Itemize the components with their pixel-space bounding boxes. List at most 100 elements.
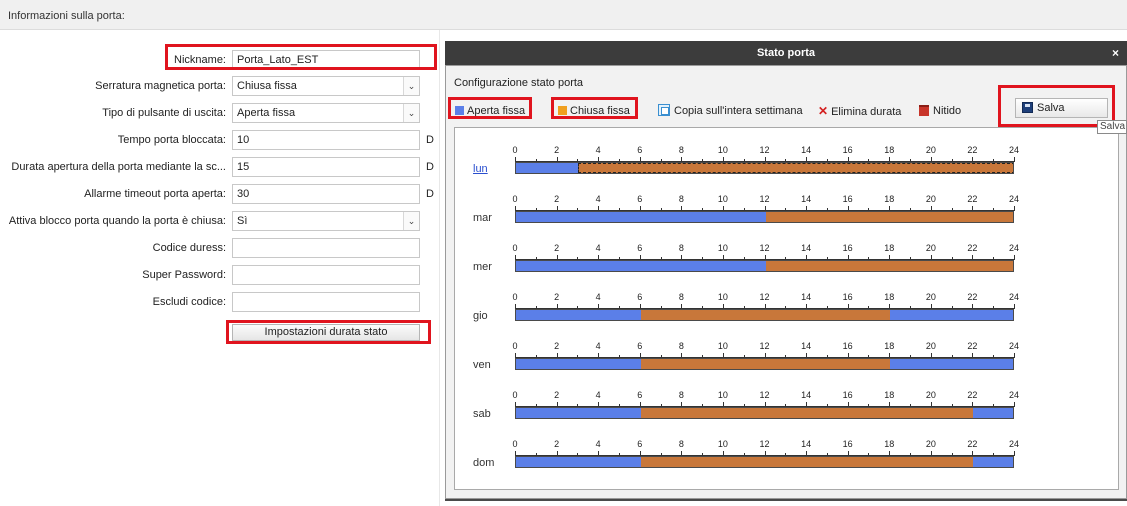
hour-tick-label: 20 [925, 341, 936, 351]
lock-when-closed-select[interactable]: Sì ⌄ [232, 211, 420, 231]
hour-tick-label: 10 [717, 194, 728, 204]
closed-segment[interactable] [640, 359, 891, 369]
hour-tick [1014, 402, 1015, 407]
section-header: Informazioni sulla porta: [0, 0, 1127, 30]
hour-tick-label: 0 [512, 243, 518, 253]
hour-tick-label: 8 [678, 439, 684, 449]
hour-tick-label: 2 [554, 439, 560, 449]
hour-tick-label: 4 [595, 243, 601, 253]
closed-segment[interactable] [640, 457, 974, 467]
hour-tick-label: 0 [512, 145, 518, 155]
exclude-code-field[interactable] [232, 292, 420, 312]
hour-tick-label: 10 [717, 341, 728, 351]
hour-tick-label: 12 [759, 390, 770, 400]
day-label-mer: mer [473, 261, 492, 273]
day-label-lun[interactable]: lun [473, 163, 488, 175]
hour-tick-label: 8 [678, 341, 684, 351]
closed-segment[interactable] [640, 408, 974, 418]
close-icon[interactable]: × [1112, 41, 1119, 65]
delete-duration-label: Elimina durata [831, 106, 902, 118]
copy-icon [658, 104, 670, 116]
save-button[interactable]: Salva [1015, 98, 1108, 118]
lock-label: Serratura magnetica porta: [95, 80, 226, 92]
hour-tick-label: 8 [678, 243, 684, 253]
door-status-dialog: Stato porta × Configurazione stato porta… [445, 41, 1127, 501]
lock-select[interactable]: Chiusa fissa ⌄ [232, 76, 420, 96]
open-swatch-icon [455, 106, 464, 115]
hour-tick-label: 18 [884, 390, 895, 400]
chevron-down-icon[interactable]: ⌄ [403, 212, 419, 230]
exit-button-select-value: Aperta fissa [237, 107, 296, 119]
clear-button[interactable]: Nitido [919, 103, 961, 119]
hour-tick-label: 12 [759, 439, 770, 449]
schedule-bar-sab[interactable] [515, 407, 1014, 419]
schedule-bar-gio[interactable] [515, 309, 1014, 321]
schedule-bar-ven[interactable] [515, 358, 1014, 370]
schedule-bar-mer[interactable] [515, 260, 1014, 272]
config-title: Configurazione stato porta [454, 77, 584, 89]
hour-tick-label: 2 [554, 194, 560, 204]
legend-open-label: Aperta fissa [467, 105, 526, 117]
closed-segment[interactable] [765, 261, 1013, 271]
hour-tick-label: 14 [801, 194, 812, 204]
hour-tick-label: 24 [1008, 292, 1020, 302]
hour-tick-label: 22 [967, 390, 978, 400]
hour-tick-label: 0 [512, 194, 518, 204]
hour-tick-label: 8 [678, 292, 684, 302]
legend-closed-button[interactable]: Chiusa fissa [558, 103, 630, 119]
exit-button-select[interactable]: Aperta fissa ⌄ [232, 103, 420, 123]
schedule-bar-lun[interactable] [515, 162, 1014, 174]
hour-tick-label: 20 [925, 292, 936, 302]
hour-tick-label: 0 [512, 390, 518, 400]
hour-tick-label: 12 [759, 194, 770, 204]
delete-duration-button[interactable]: ✕ Elimina durata [818, 103, 901, 119]
hour-tick-label: 22 [967, 341, 978, 351]
schedule-bar-mar[interactable] [515, 211, 1014, 223]
save-tooltip: Salva [1097, 120, 1127, 134]
weekly-schedule[interactable]: lun 0 2 4 6 8 10 12 14 16 18 20 22 24 mar 0 2 4 6 8 10 12 14 16… [454, 127, 1119, 490]
hour-tick-label: 16 [842, 194, 853, 204]
legend-closed-label: Chiusa fissa [570, 105, 630, 117]
hour-tick [1014, 255, 1015, 260]
hour-tick-label: 4 [595, 341, 601, 351]
nickname-field[interactable]: Porta_Lato_EST [232, 50, 420, 70]
unit-label: D [426, 188, 434, 200]
exclude-code-label: Escludi codice: [152, 296, 226, 308]
lock-select-value: Chiusa fissa [237, 80, 297, 92]
copy-week-button[interactable]: Copia sull'intera settimana [658, 103, 803, 119]
hour-tick-label: 24 [1008, 341, 1020, 351]
hour-tick-label: 22 [967, 292, 978, 302]
hour-tick-label: 22 [967, 439, 978, 449]
timeout-field[interactable]: 30 [232, 184, 420, 204]
closed-segment[interactable] [578, 163, 1013, 173]
status-duration-settings-button[interactable]: Impostazioni durata stato [232, 324, 420, 341]
chevron-down-icon[interactable]: ⌄ [403, 77, 419, 95]
hour-tick-label: 16 [842, 292, 853, 302]
day-label-ven: ven [473, 359, 491, 371]
hour-tick-label: 22 [967, 194, 978, 204]
hour-tick-label: 8 [678, 194, 684, 204]
save-label: Salva [1037, 102, 1065, 114]
hour-tick-label: 0 [512, 292, 518, 302]
hour-tick-label: 10 [717, 439, 728, 449]
duress-code-field[interactable] [232, 238, 420, 258]
legend-open-button[interactable]: Aperta fissa [455, 103, 525, 119]
closed-segment[interactable] [640, 310, 891, 320]
hour-tick-label: 20 [925, 145, 936, 155]
hour-tick-label: 12 [759, 243, 770, 253]
hour-tick-label: 6 [637, 439, 643, 449]
open-duration-field[interactable]: 15 [232, 157, 420, 177]
nickname-label: Nickname: [174, 54, 226, 66]
hour-tick-label: 14 [801, 390, 812, 400]
locked-time-field[interactable]: 10 [232, 130, 420, 150]
closed-segment[interactable] [765, 212, 1013, 222]
hour-tick-label: 16 [842, 243, 853, 253]
lock-when-closed-label: Attiva blocco porta quando la porta è ch… [8, 215, 226, 227]
chevron-down-icon[interactable]: ⌄ [403, 104, 419, 122]
schedule-bar-dom[interactable] [515, 456, 1014, 468]
hour-tick-label: 0 [512, 439, 518, 449]
copy-week-label: Copia sull'intera settimana [674, 105, 803, 117]
hour-tick-label: 6 [637, 194, 643, 204]
super-password-field[interactable] [232, 265, 420, 285]
hour-tick-label: 18 [884, 194, 895, 204]
